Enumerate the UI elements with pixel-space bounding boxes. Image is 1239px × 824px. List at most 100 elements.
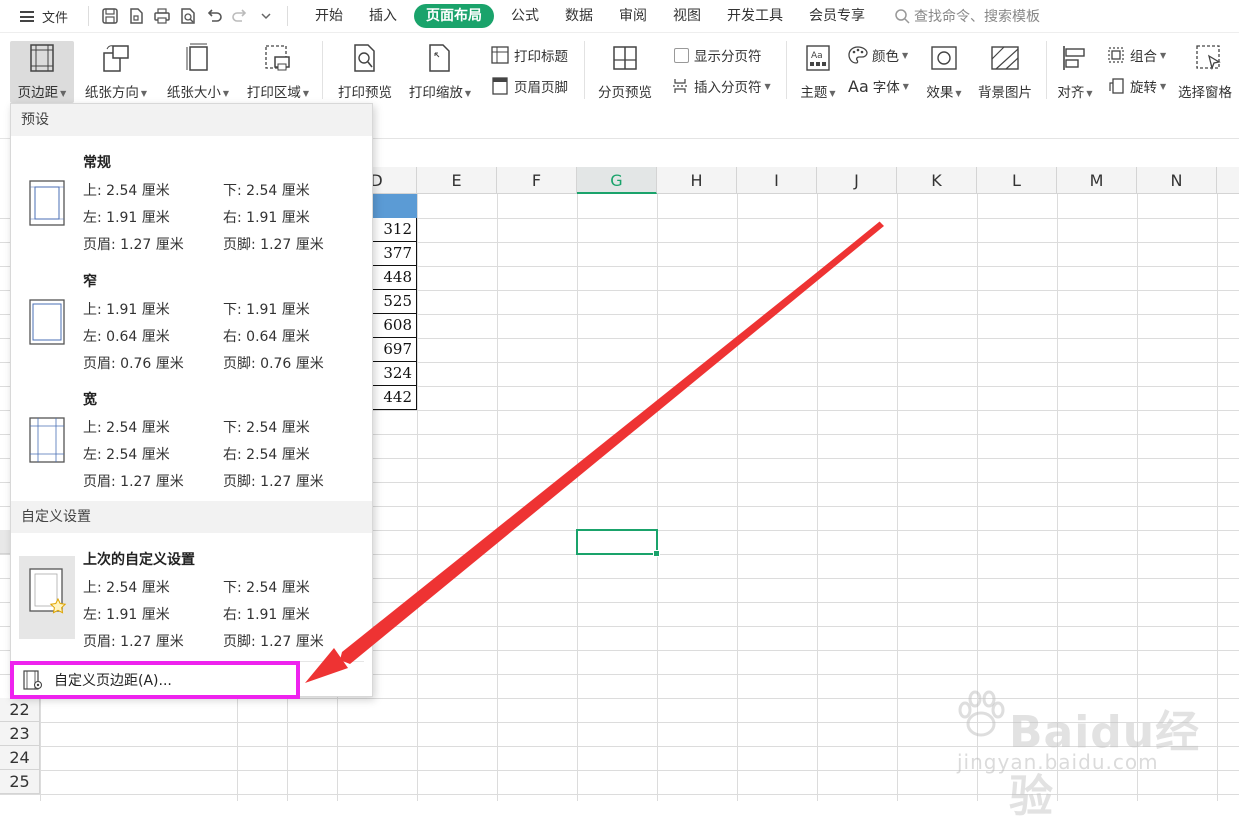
row-header-23[interactable]: 23 [0,722,40,746]
column-header-g[interactable]: G [577,167,657,194]
active-cell-selection[interactable] [576,529,660,557]
insert-page-break-button[interactable]: 插入分页符 ▼ [670,76,771,96]
margins-dropdown-menu: 预设 常规 上: 2.54 厘米 下: 2.54 厘米 左: 1.91 厘米 右… [10,103,373,697]
ribbon-separator [786,41,787,99]
group-button[interactable]: 组合 ▼ [1106,45,1166,65]
row-header-22[interactable]: 22 [0,698,40,722]
preset-name: 常规 [83,155,111,171]
column-header-h[interactable]: H [657,167,737,194]
tab-developer[interactable]: 开发工具 [714,4,796,28]
export-pdf-icon[interactable] [126,6,146,26]
preset-bottom: 下: 2.54 厘米 [223,420,310,436]
tab-data[interactable]: 数据 [552,4,606,28]
page-margin-normal-icon [29,180,65,226]
column-header-l[interactable]: L [977,167,1057,194]
column-header-o[interactable] [1217,167,1239,194]
file-menu-button[interactable]: 文件 [0,0,80,33]
gridline [0,794,1239,795]
ribbon-tabs: 开始 插入 页面布局 公式 数据 审阅 视图 开发工具 会员专享 [302,4,878,28]
redo-icon[interactable] [230,6,250,26]
hamburger-icon [20,10,34,22]
preset-bottom: 下: 2.54 厘米 [223,580,310,596]
margins-button[interactable]: 页边距 ▼ [10,41,74,103]
customize-toolbar-chevron-icon[interactable] [256,6,276,26]
page-margin-wide-icon [29,417,65,463]
tab-home[interactable]: 开始 [302,4,356,28]
page-break-preview-button[interactable]: 分页预览 [592,41,658,103]
print-scale-label: 打印缩放 [408,85,463,101]
orientation-button[interactable]: 纸张方向 ▼ [80,41,152,103]
tab-view[interactable]: 视图 [660,4,714,28]
show-page-breaks-checkbox[interactable]: 显示分页符 [674,45,762,65]
preset-top: 上: 1.91 厘米 [83,302,170,318]
save-icon[interactable] [100,6,120,26]
fonts-button[interactable]: Aa 字体 ▼ [848,76,909,97]
header-footer-button[interactable]: 页眉页脚 [490,76,568,96]
print-area-button[interactable]: 打印区域 ▼ [240,41,316,103]
print-icon[interactable] [152,6,172,26]
print-titles-icon [490,45,510,65]
margin-preset-narrow[interactable]: 窄 上: 1.91 厘米 下: 1.91 厘米 左: 0.64 厘米 右: 0.… [11,271,372,389]
gridline [0,746,1239,747]
paper-size-button[interactable]: 纸张大小 ▼ [160,41,236,103]
print-titles-button[interactable]: 打印标题 [490,45,568,65]
rotate-label: 旋转 [1130,80,1157,96]
preset-header: 页眉: 1.27 厘米 [83,634,184,650]
align-button[interactable]: 对齐 ▼ [1052,41,1098,103]
column-header-f[interactable]: F [497,167,577,194]
print-scale-button[interactable]: 打印缩放 ▼ [404,41,476,103]
preset-header: 页眉: 1.27 厘米 [83,237,184,253]
align-label: 对齐 [1057,85,1085,101]
column-header-i[interactable]: I [737,167,817,194]
orientation-label: 纸张方向 [84,85,139,101]
selection-pane-icon [1192,41,1226,75]
preset-right: 右: 0.64 厘米 [223,329,310,345]
preset-top: 上: 2.54 厘米 [83,580,170,596]
colors-button[interactable]: 颜色 ▼ [848,45,908,65]
undo-icon[interactable] [204,6,224,26]
print-preview-button[interactable]: 打印预览 [332,41,398,103]
margin-preset-last-custom[interactable]: 上次的自定义设置 上: 2.54 厘米 下: 2.54 厘米 左: 1.91 厘… [11,549,372,667]
tab-member[interactable]: 会员专享 [796,4,878,28]
custom-section-header: 自定义设置 [11,501,372,533]
gridline [1057,194,1058,801]
dropdown-arrow-icon: ▼ [140,88,148,98]
preset-top: 上: 2.54 厘米 [83,183,170,199]
effects-icon [927,41,961,75]
print-preview-icon[interactable] [178,6,198,26]
fonts-label: 字体 [872,80,900,96]
rotate-button[interactable]: 旋转 ▼ [1106,76,1166,96]
preset-right: 右: 1.91 厘米 [223,210,310,226]
ribbon-page-layout: 页边距 ▼ 纸张方向 ▼ 纸张大小 ▼ 打印区域 ▼ 打印预览 打印缩放 ▼ 打印标题 页… [0,33,1239,105]
column-header-m[interactable]: M [1057,167,1137,194]
fonts-aa-icon: Aa [848,76,869,96]
dropdown-arrow-icon: ▼ [60,88,67,98]
column-header-j[interactable]: J [817,167,897,194]
effects-button[interactable]: 效果 ▼ [920,41,968,103]
tab-insert[interactable]: 插入 [356,4,410,28]
margin-preset-wide[interactable]: 宽 上: 2.54 厘米 下: 2.54 厘米 左: 2.54 厘米 右: 2.… [11,389,372,507]
column-header-e[interactable]: E [417,167,497,194]
row-header-25[interactable]: 25 [0,770,40,794]
selection-pane-button[interactable]: 选择窗格 [1178,41,1239,103]
tab-formulas[interactable]: 公式 [498,4,552,28]
column-header-n[interactable]: N [1137,167,1217,194]
dropdown-arrow-icon: ▼ [902,50,909,60]
row-header-24[interactable]: 24 [0,746,40,770]
tab-review[interactable]: 审阅 [606,4,660,28]
ribbon-separator [584,41,585,99]
background-image-button[interactable]: 背景图片 [972,41,1038,103]
gridline [417,194,418,801]
gridline [817,194,818,801]
column-header-k[interactable]: K [897,167,977,194]
page-break-preview-icon [608,41,642,75]
preset-footer: 页脚: 1.27 厘米 [223,634,324,650]
header-footer-icon [490,76,510,96]
preset-right: 右: 2.54 厘米 [223,447,310,463]
margin-preset-normal[interactable]: 常规 上: 2.54 厘米 下: 2.54 厘米 左: 1.91 厘米 右: 1… [11,152,372,270]
theme-button[interactable]: Aa 主题 ▼ [794,41,842,103]
command-search[interactable]: 查找命令、搜索模板 [894,6,1040,26]
tab-page-layout[interactable]: 页面布局 [414,4,494,28]
theme-label: 主题 [800,85,828,101]
dropdown-arrow-icon: ▼ [302,88,310,98]
